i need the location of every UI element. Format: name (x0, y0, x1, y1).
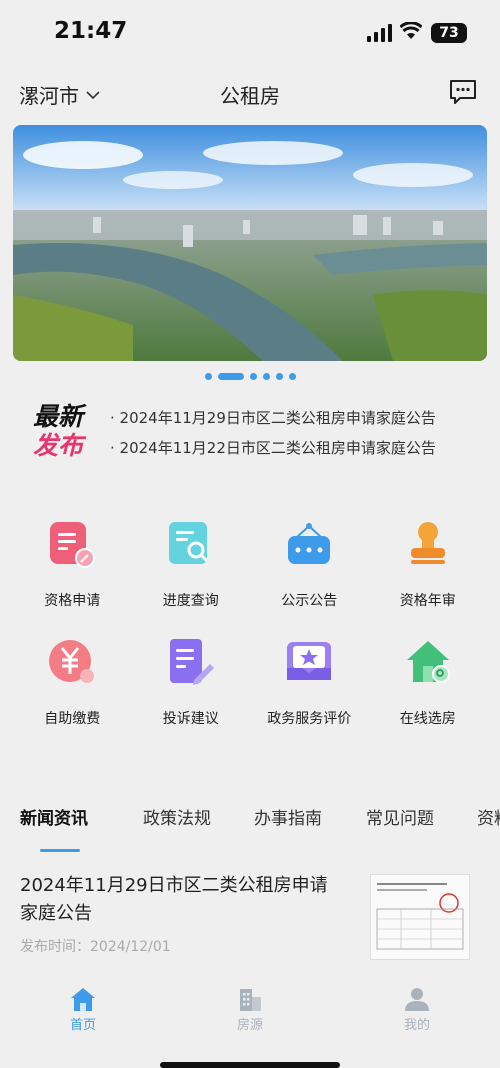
document-search-icon (168, 522, 208, 564)
house-search-icon (406, 641, 450, 683)
banner-image (13, 125, 487, 361)
message-icon[interactable] (448, 78, 478, 106)
stamp-icon (410, 522, 445, 564)
carousel-dot-active[interactable] (217, 373, 244, 380)
battery-indicator: 73 (431, 23, 467, 43)
service-label: 自助缴费 (44, 711, 101, 727)
carousel-indicator[interactable] (0, 372, 500, 382)
carousel-dot[interactable] (262, 373, 270, 380)
service-progress-query[interactable]: 进度查询 (132, 518, 251, 614)
service-evaluation[interactable]: 政务服务评价 (250, 636, 369, 732)
nav-profile[interactable]: 我的 (377, 986, 457, 1033)
home-indicator[interactable] (160, 1062, 340, 1068)
carousel-dot[interactable] (204, 373, 212, 380)
carousel-dot[interactable] (249, 373, 257, 380)
news-ticker-item[interactable]: · 2024年11月29日市区二类公租房申请家庭公告 (110, 407, 436, 437)
bottom-tab-bar: 首页 房源 我的 (0, 980, 500, 1068)
notice-board-icon (288, 523, 331, 564)
banner-carousel[interactable] (13, 125, 487, 361)
latest-news-logo: 最新 发布 (33, 402, 95, 464)
latest-logo-line2: 发布 (33, 431, 84, 460)
service-annual-review[interactable]: 资格年审 (369, 518, 488, 614)
news-list-item[interactable]: 2024年11月29日市区二类公租房申请家庭公告 发布时间：2024/12/01 (20, 872, 480, 962)
service-label: 政务服务评价 (267, 711, 352, 727)
home-icon (71, 988, 95, 1011)
star-rating-icon (287, 642, 332, 680)
article-headline: 2024年11月29日市区二类公租房申请家庭公告 (20, 875, 328, 924)
nav-home[interactable]: 首页 (43, 986, 123, 1033)
service-label: 公示公告 (281, 593, 338, 609)
complaint-edit-icon (169, 639, 214, 685)
latest-logo-line1: 最新 (33, 402, 84, 431)
tab-materials[interactable]: 资料 (477, 804, 500, 829)
status-time: 21:47 (54, 18, 128, 44)
page-title: 公租房 (220, 84, 280, 108)
carousel-dot[interactable] (275, 373, 283, 380)
service-online-selection[interactable]: 在线选房 (369, 636, 488, 732)
tab-faq[interactable]: 常见问题 (366, 804, 434, 829)
service-label: 资格年审 (399, 593, 456, 609)
tab-guide[interactable]: 办事指南 (254, 804, 322, 829)
carousel-dot[interactable] (288, 373, 296, 380)
status-bar: 21:47 73 (0, 0, 500, 64)
nav-label: 我的 (403, 1018, 430, 1033)
service-qualification-apply[interactable]: 资格申请 (13, 518, 132, 614)
news-tabs: 新闻资讯 政策法规 办事指南 常见问题 资料 (20, 804, 500, 852)
service-grid: 资格申请 进度查询 公示公告 资格年审 自助缴费 投诉建议 政务服务评价 在线选… (13, 518, 487, 732)
active-tab-indicator (40, 849, 80, 852)
service-label: 投诉建议 (162, 711, 219, 727)
yuan-payment-icon (49, 640, 95, 683)
document-edit-icon (50, 522, 96, 568)
article-thumbnail (370, 874, 470, 960)
nav-label: 房源 (236, 1018, 263, 1033)
tab-policy[interactable]: 政策法规 (143, 804, 211, 829)
service-complaint[interactable]: 投诉建议 (132, 636, 251, 732)
tab-news[interactable]: 新闻资讯 (20, 804, 88, 829)
service-public-notice[interactable]: 公示公告 (250, 518, 369, 614)
service-label: 在线选房 (399, 711, 456, 727)
service-self-payment[interactable]: 自助缴费 (13, 636, 132, 732)
user-icon (405, 988, 429, 1011)
cellular-signal-icon (367, 24, 392, 42)
app-header: 漯河市 公租房 (0, 70, 500, 116)
nav-label: 首页 (69, 1018, 96, 1033)
service-label: 资格申请 (44, 593, 101, 609)
news-ticker: · 2024年11月29日市区二类公租房申请家庭公告 · 2024年11月22日… (110, 407, 436, 467)
news-ticker-item[interactable]: · 2024年11月22日市区二类公租房申请家庭公告 (110, 437, 436, 467)
wifi-icon (400, 22, 422, 39)
building-icon (240, 989, 261, 1011)
service-label: 进度查询 (162, 593, 219, 609)
nav-listings[interactable]: 房源 (210, 986, 290, 1033)
